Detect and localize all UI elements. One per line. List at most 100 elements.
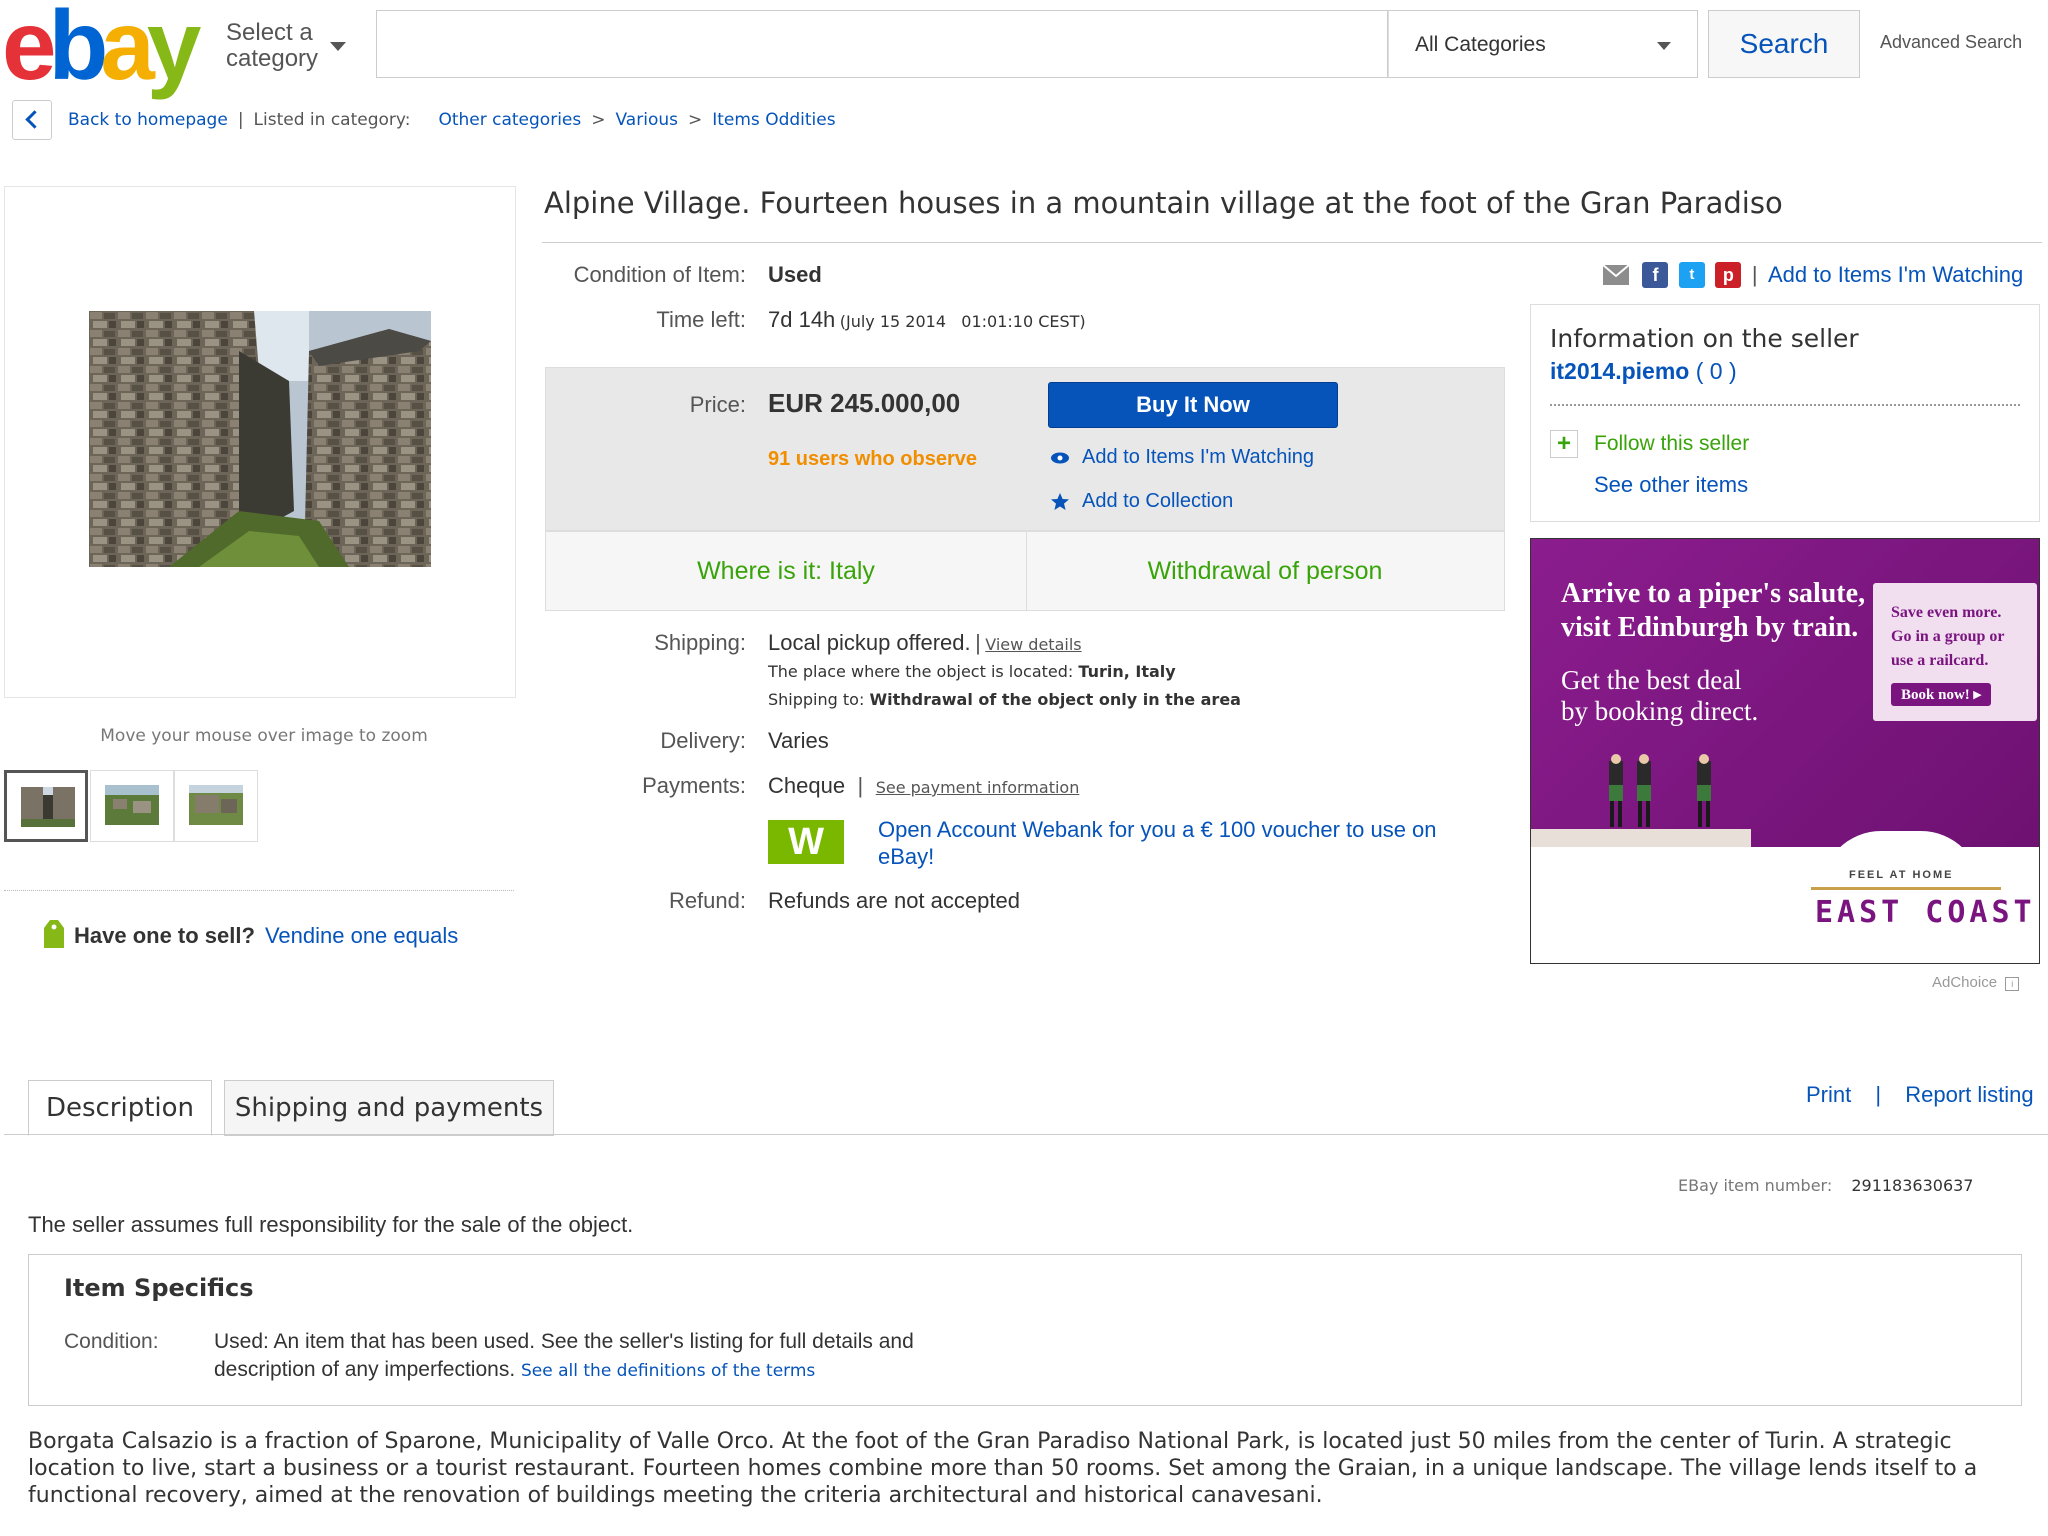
share-divider: | — [1751, 262, 1758, 287]
piper-figures — [1609, 754, 1711, 827]
ad-side-panel: Save even more. Go in a group or use a r… — [1873, 583, 2037, 721]
facebook-icon[interactable]: f — [1642, 262, 1669, 288]
refund-value: Refunds are not accepted — [768, 888, 1020, 913]
advertisement-banner[interactable]: Arrive to a piper's salute, visit Edinbu… — [1530, 538, 2040, 964]
breadcrumb-divider: | — [237, 110, 244, 130]
item-specifics-heading: Item Specifics — [64, 1274, 254, 1302]
ad-subtext: Get the best deal by booking direct. — [1561, 665, 1758, 727]
eye-icon — [1051, 452, 1069, 464]
breadcrumb: Back to homepage | Listed in category: Othe… — [68, 110, 836, 130]
time-left-label: Time left: — [656, 307, 746, 332]
category-dropdown-value: All Categories — [1415, 33, 1546, 56]
tab-actions-divider: | — [1875, 1082, 1882, 1107]
ad-subtext-line1: Get the best deal — [1561, 665, 1742, 695]
thumbnail-image — [189, 785, 243, 825]
advanced-search-link[interactable]: Advanced Search — [1880, 32, 2022, 53]
condition-label: Condition of Item: — [573, 262, 746, 287]
breadcrumb-separator: > — [591, 110, 606, 130]
adchoice-link[interactable]: AdChoice i — [1932, 974, 2020, 991]
view-details-link[interactable]: View details — [985, 635, 1081, 654]
delivery-value: Varies — [768, 728, 829, 753]
add-collection-label: Add to Collection — [1082, 490, 1234, 512]
share-row: f t p | Add to Items I'm Watching — [1602, 262, 2023, 288]
thumbnail[interactable] — [90, 770, 174, 842]
chevron-down-icon[interactable] — [330, 42, 346, 51]
item-description: Borgata Calsazio is a fraction of Sparon… — [28, 1429, 1978, 1508]
ad-arch — [1821, 831, 1981, 891]
breadcrumb-item[interactable]: Other categories — [438, 110, 581, 130]
logo-letter-a: a — [100, 0, 154, 100]
item-number: EBay item number: 291183630637 — [1678, 1176, 1973, 1195]
observers-count: 91 users who observe — [768, 448, 977, 470]
price-label: Price: — [689, 392, 746, 417]
tab-shipping-payments[interactable]: Shipping and payments — [224, 1080, 554, 1136]
ad-side-line3: use a railcard. — [1891, 652, 1989, 669]
divider — [1550, 404, 2020, 406]
follow-seller-link[interactable]: Follow this seller — [1594, 432, 1749, 456]
seller-name-link[interactable]: it2014.piemo — [1550, 358, 1689, 384]
time-left-date: (July 15 2014 01:01:10 CEST) — [839, 312, 1086, 331]
select-category-line2: category — [226, 45, 319, 72]
select-category-button[interactable]: Select a category — [226, 20, 318, 72]
logo-letter-e: e — [2, 0, 56, 100]
ad-tagline: FEEL AT HOME — [1849, 869, 1954, 881]
add-to-watchlist-link[interactable]: Add to Items I'm Watching — [1768, 262, 2023, 287]
thumbnail-image — [21, 787, 75, 827]
spec-condition-value: Used: An item that has been used. See th… — [214, 1328, 914, 1385]
select-category-line1: Select a — [226, 19, 313, 46]
refund-label: Refund: — [668, 888, 746, 913]
add-watch-label: Add to Items I'm Watching — [1082, 446, 1315, 468]
tab-actions: Print | Report listing — [1806, 1082, 2034, 1108]
breadcrumb-item[interactable]: Items Oddities — [712, 110, 835, 130]
payments-divider: | — [857, 773, 864, 798]
object-location: The place where the object is located: T… — [768, 662, 1176, 681]
breadcrumb-item[interactable]: Various — [616, 110, 678, 130]
ebay-logo[interactable]: ebay — [2, 0, 201, 100]
tab-description[interactable]: Description — [28, 1080, 212, 1136]
listed-in-label: Listed in category: — [253, 110, 411, 130]
add-collection-action[interactable]: Add to Collection — [1050, 490, 1233, 513]
webank-offer-link[interactable]: Open Account Webank for you a € 100 vouc… — [878, 816, 1437, 870]
main-item-image[interactable] — [89, 311, 431, 567]
see-other-items-link[interactable]: See other items — [1594, 472, 1748, 498]
ship-to-label: Shipping to: — [768, 690, 865, 709]
email-icon[interactable] — [1602, 262, 1630, 288]
report-listing-link[interactable]: Report listing — [1905, 1082, 2033, 1107]
back-to-homepage-link[interactable]: Back to homepage — [68, 110, 228, 130]
price-value: EUR 245.000,00 — [768, 388, 961, 418]
buy-it-now-button[interactable]: Buy It Now — [1048, 382, 1338, 428]
add-watch-action[interactable]: Add to Items I'm Watching — [1050, 446, 1314, 469]
title-divider — [542, 242, 2042, 243]
condition-value: Used — [768, 262, 822, 287]
search-button[interactable]: Search — [1708, 10, 1860, 78]
webank-offer-line2: eBay! — [878, 844, 935, 869]
payment-info-link[interactable]: See payment information — [876, 778, 1080, 797]
sell-similar-link[interactable]: Vendine one equals — [265, 923, 458, 948]
thumbnail-image — [105, 785, 159, 825]
adchoice-icon: i — [2005, 977, 2020, 991]
seller-feedback-score[interactable]: ( 0 ) — [1696, 358, 1737, 384]
pinterest-icon[interactable]: p — [1715, 262, 1742, 288]
print-link[interactable]: Print — [1806, 1082, 1851, 1107]
search-input[interactable] — [376, 10, 1388, 78]
ad-book-button[interactable]: Book now! ▸ — [1891, 683, 1992, 706]
sell-prompt: Have one to sell? Vendine one equals — [44, 920, 458, 949]
item-number-value: 291183630637 — [1851, 1176, 1974, 1195]
twitter-icon[interactable]: t — [1678, 262, 1705, 288]
price-tag-icon — [44, 920, 64, 948]
category-dropdown[interactable]: All Categories — [1388, 10, 1698, 78]
object-location-value: Turin, Italy — [1078, 662, 1176, 681]
chevron-down-icon — [1657, 42, 1671, 50]
thumbnail[interactable] — [4, 770, 88, 842]
ad-headline-line2: visit Edinburgh by train. — [1561, 612, 1859, 643]
seller-id: it2014.piemo ( 0 ) — [1550, 358, 1737, 385]
webank-logo[interactable]: W — [768, 820, 844, 864]
withdrawal-method: Withdrawal of person — [1147, 557, 1383, 585]
plus-icon[interactable]: + — [1550, 430, 1578, 458]
thumbnail[interactable] — [174, 770, 258, 842]
definitions-link[interactable]: See all the definitions of the terms — [521, 1361, 815, 1381]
spec-condition-line1: Used: An item that has been used. See th… — [214, 1330, 914, 1353]
webank-offer-line1: Open Account Webank for you a € 100 vouc… — [878, 817, 1437, 842]
item-location: Where is it: Italy — [697, 557, 875, 585]
back-arrow-icon[interactable] — [12, 100, 52, 140]
